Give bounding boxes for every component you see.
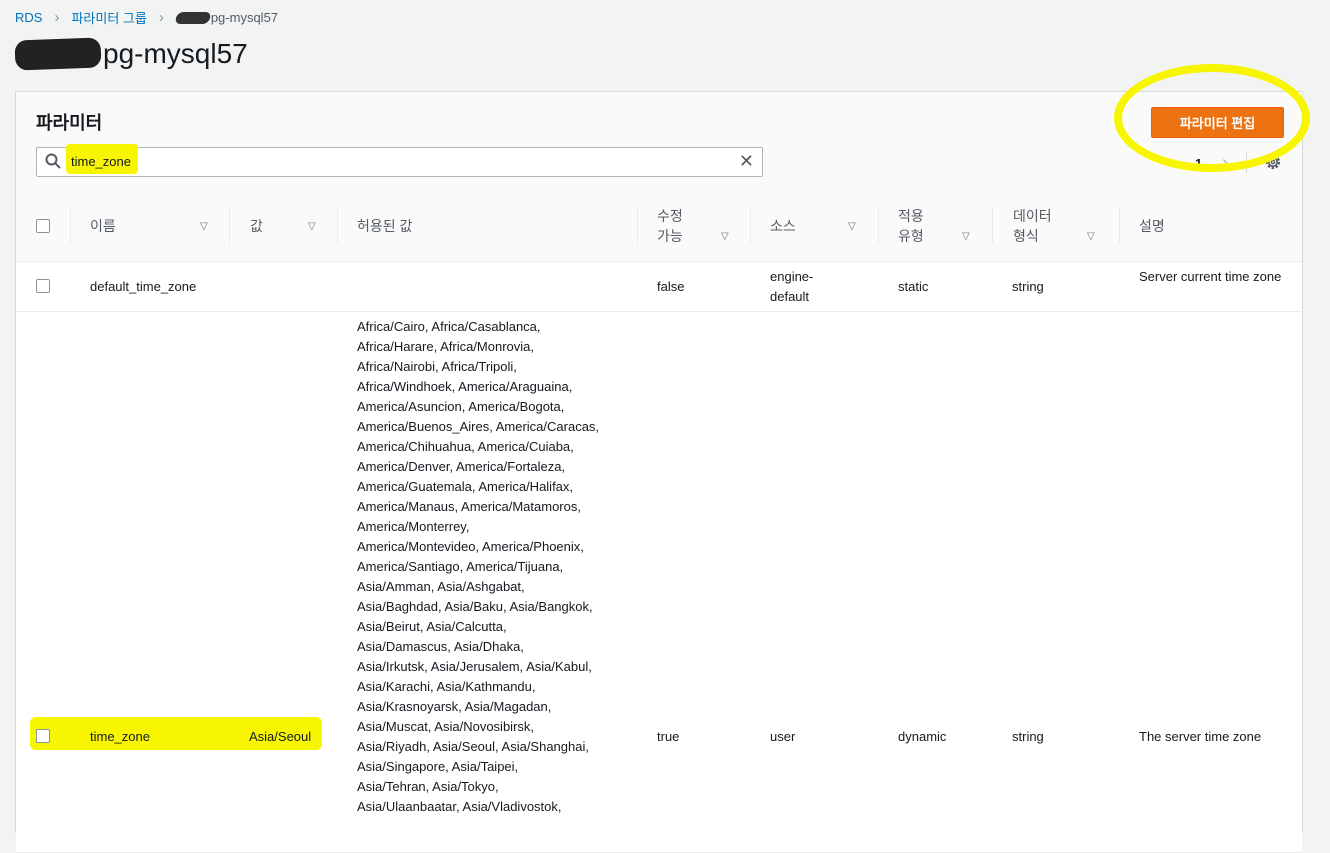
divider [750, 208, 751, 244]
allowed-value-line: Africa/Nairobi, Africa/Tripoli, [357, 359, 517, 374]
cell-data-type: string [1012, 729, 1044, 744]
allowed-value-line: America/Denver, America/Fortaleza, [357, 459, 566, 474]
redaction-scribble [14, 37, 102, 71]
chevron-right-icon: › [158, 9, 164, 26]
allowed-value-line: America/Manaus, America/Matamoros, [357, 499, 581, 514]
breadcrumb-param-groups-link[interactable]: 파라미터 그룹 [71, 8, 146, 27]
cell-description: Server current time zone [1139, 269, 1282, 284]
divider [1119, 208, 1120, 244]
divider [337, 208, 338, 244]
column-data-type[interactable]: 데이터 형식 ▽ [1013, 191, 1113, 261]
allowed-value-line: Asia/Baghdad, Asia/Baku, Asia/Bangkok, [357, 599, 593, 614]
column-source[interactable]: 소스 ▽ [770, 191, 880, 261]
sort-icon[interactable]: ▽ [200, 221, 208, 232]
cell-description: The server time zone [1139, 729, 1262, 744]
allowed-value-line: America/Asuncion, America/Bogota, [357, 399, 565, 414]
search-value: time_zone [71, 154, 131, 169]
column-value[interactable]: 값 ▽ [250, 191, 340, 261]
column-description: 설명 [1139, 218, 1165, 234]
table-row: time_zone Asia/Seoul Africa/Cairo, Afric… [16, 312, 1302, 853]
breadcrumb-current: pg-mysql57 [210, 10, 279, 25]
table-header: 이름 ▽ 값 ▽ 허용된 값 수정 가능 ▽ 소스 ▽ 적용 유형 ▽ 데이터 형식 … [16, 191, 1302, 262]
allowed-value-line: Asia/Karachi, Asia/Kathmandu, [357, 679, 536, 694]
breadcrumb: RDS › 파라미터 그룹 › pg-mysql57 [15, 8, 278, 27]
cell-value: Asia/Seoul [249, 729, 312, 744]
sort-icon[interactable]: ▽ [962, 231, 970, 242]
close-icon[interactable]: ✕ [739, 151, 754, 172]
allowed-value-line: Asia/Singapore, Asia/Taipei, [357, 759, 519, 774]
breadcrumb-rds-link[interactable]: RDS [15, 10, 42, 25]
table-row: default_time_zone false engine-default s… [16, 262, 1302, 312]
divider [70, 208, 71, 244]
row-checkbox[interactable] [36, 729, 50, 743]
search-icon [45, 153, 61, 169]
allowed-value-line: America/Santiago, America/Tijuana, [357, 559, 564, 574]
sort-icon[interactable]: ▽ [848, 221, 856, 232]
allowed-value-line: Asia/Krasnoyarsk, Asia/Magadan, [357, 699, 552, 714]
row-checkbox[interactable] [36, 279, 50, 293]
page-title-text: pg-mysql57 [103, 38, 248, 69]
allowed-value-line: Asia/Amman, Asia/Ashgabat, [357, 579, 525, 594]
edit-parameters-button[interactable]: 파라미터 편집 [1151, 107, 1284, 138]
cell-modifiable: false [657, 279, 685, 294]
panel-header: 파라미터 time_zone ✕ 파라미터 편집 ‹ 1 › [16, 64, 1310, 192]
divider [878, 208, 879, 244]
column-modifiable[interactable]: 수정 가능 ▽ [657, 191, 747, 261]
sort-icon[interactable]: ▽ [308, 221, 316, 232]
divider [992, 208, 993, 244]
parameters-panel: 파라미터 time_zone ✕ 파라미터 편집 ‹ 1 › 이름 ▽ 값 ▽ … [15, 64, 1310, 853]
sort-icon[interactable]: ▽ [1087, 231, 1095, 242]
allowed-value-line: Asia/Damascus, Asia/Dhaka, [357, 639, 524, 654]
allowed-value-line: Africa/Harare, Africa/Monrovia, [357, 339, 535, 354]
search-input[interactable]: time_zone ✕ [36, 144, 763, 177]
sort-icon[interactable]: ▽ [721, 231, 729, 242]
page-title: pg-mysql57 [14, 37, 248, 71]
column-name[interactable]: 이름 ▽ [90, 191, 230, 261]
chevron-right-icon: › [54, 9, 60, 26]
allowed-value-line: Asia/Irkutsk, Asia/Jerusalem, Asia/Kabul… [357, 659, 592, 674]
allowed-value-line: Africa/Cairo, Africa/Casablanca, [357, 319, 541, 334]
cell-source: user [770, 729, 796, 744]
select-all-checkbox[interactable] [36, 191, 50, 261]
allowed-value-line: America/Guatemala, America/Halifax, [357, 479, 574, 494]
column-allowed-values: 허용된 값 [357, 218, 413, 234]
cell-name: default_time_zone [90, 279, 197, 294]
allowed-value-line: America/Montevideo, America/Phoenix, [357, 539, 584, 554]
allowed-value-line: America/Chihuahua, America/Cuiaba, [357, 439, 574, 454]
cell-apply-type: dynamic [898, 729, 947, 744]
allowed-value-line: Asia/Ulaanbaatar, Asia/Vladivostok, [357, 799, 562, 814]
cell-name: time_zone [90, 729, 150, 744]
allowed-value-line: Asia/Riyadh, Asia/Seoul, Asia/Shanghai, [357, 739, 589, 754]
allowed-value-line: Africa/Windhoek, America/Araguaina, [357, 379, 573, 394]
allowed-value-line: America/Monterrey, [357, 519, 470, 534]
cell-apply-type: static [898, 279, 929, 294]
cell-allowed-values: Africa/Cairo, Africa/Casablanca, Africa/H… [357, 317, 632, 817]
allowed-value-line: Asia/Muscat, Asia/Novosibirsk, [357, 719, 535, 734]
cell-data-type: string [1012, 279, 1044, 294]
column-apply-type[interactable]: 적용 유형 ▽ [898, 191, 998, 261]
panel-title: 파라미터 [36, 113, 103, 133]
allowed-value-line: America/Buenos_Aires, America/Caracas, [357, 419, 600, 434]
divider [229, 208, 230, 244]
cell-source: engine-default [770, 269, 814, 304]
allowed-value-line: Asia/Beirut, Asia/Calcutta, [357, 619, 507, 634]
redaction-scribble [174, 11, 212, 24]
cell-modifiable: true [657, 729, 680, 744]
divider [637, 208, 638, 244]
allowed-value-line: Asia/Tehran, Asia/Tokyo, [357, 779, 499, 794]
